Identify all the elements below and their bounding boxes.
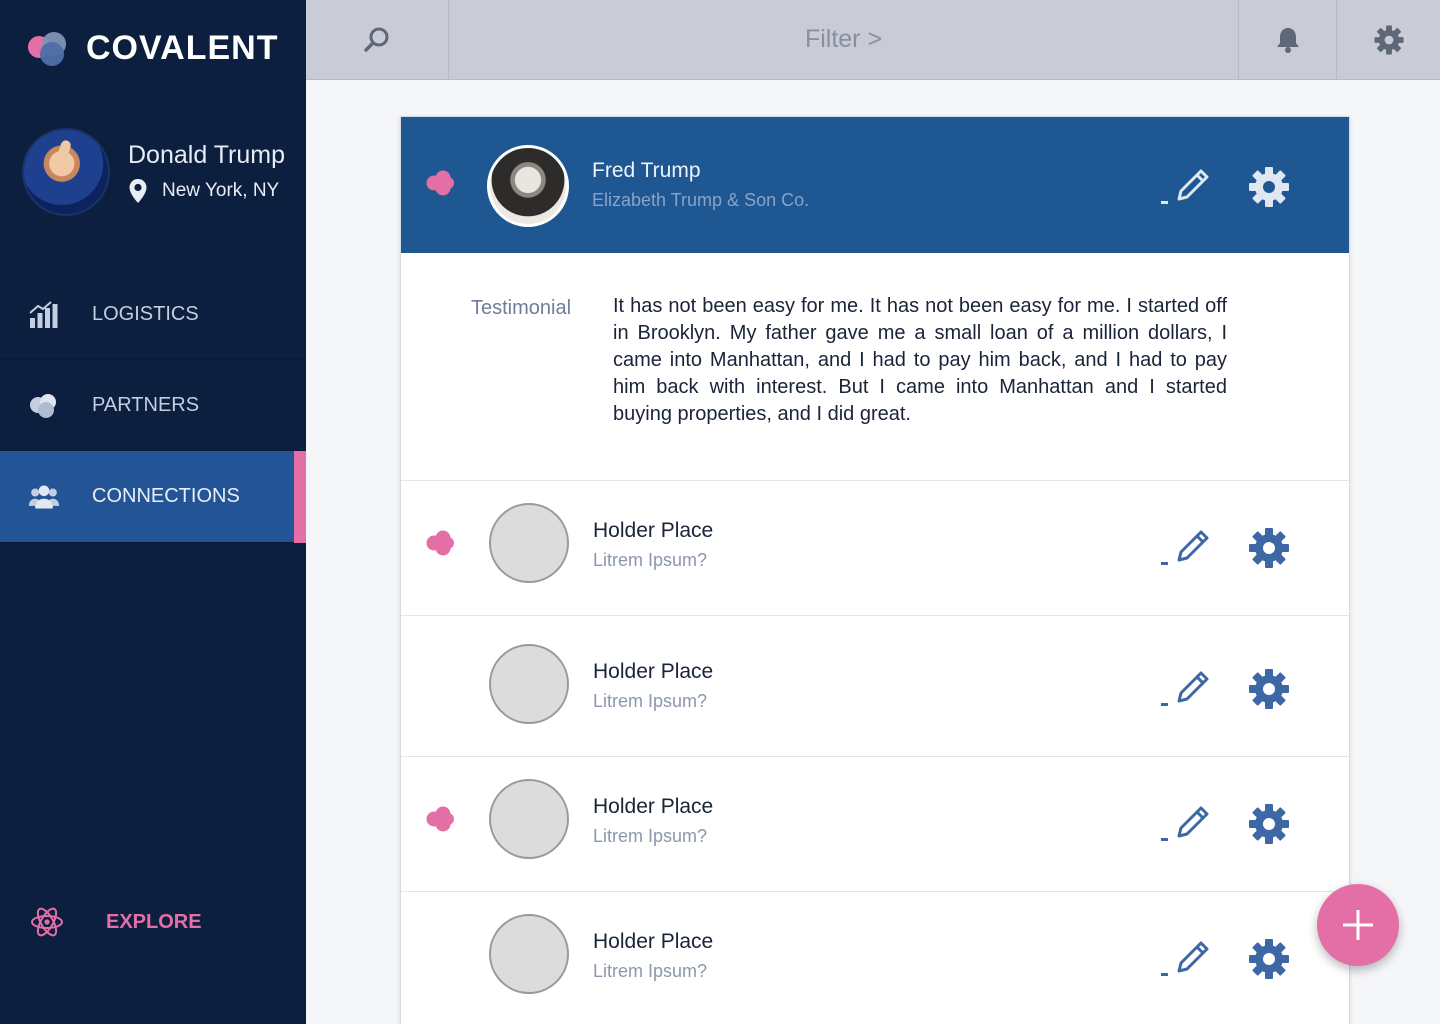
connections-card: Fred Trump Elizabeth Trump & Son Co. Tes… <box>400 116 1350 1024</box>
list-item[interactable]: Holder Place Litrem Ipsum? <box>401 892 1349 1024</box>
covalent-logo-icon <box>28 28 72 68</box>
notifications-button[interactable] <box>1238 0 1336 80</box>
profile-location: New York, NY <box>128 178 285 204</box>
connection-subtitle: Litrem Ipsum? <box>593 550 708 570</box>
connection-name: Holder Place <box>593 930 714 953</box>
nav-label-partners: PARTNERS <box>92 394 200 416</box>
bar-chart-icon <box>28 299 60 331</box>
connection-subtitle: Litrem Ipsum? <box>593 961 708 981</box>
list-item[interactable]: Holder Place Litrem Ipsum? <box>401 757 1349 892</box>
avatar <box>22 128 110 216</box>
testimonial-section: Testimonial It has not been easy for me.… <box>401 253 1349 481</box>
avatar-placeholder <box>489 644 569 724</box>
featured-company: Elizabeth Trump & Son Co. <box>592 190 810 210</box>
partners-icon <box>28 390 60 422</box>
featured-connection[interactable]: Fred Trump Elizabeth Trump & Son Co. <box>401 117 1349 253</box>
settings-button[interactable] <box>1336 0 1440 80</box>
connection-subtitle: Litrem Ipsum? <box>593 826 708 846</box>
gear-icon[interactable] <box>1247 667 1291 711</box>
nav-label-connections: CONNECTIONS <box>92 485 240 507</box>
gear-icon[interactable] <box>1247 937 1291 981</box>
plus-icon <box>1343 910 1373 940</box>
list-item[interactable]: Holder Place Litrem Ipsum? <box>401 481 1349 616</box>
search-icon <box>364 27 389 52</box>
brand[interactable]: COVALENT <box>28 28 278 68</box>
edit-pencil-icon[interactable] <box>1159 667 1215 711</box>
edit-pencil-icon[interactable] <box>1159 165 1215 209</box>
search-button[interactable] <box>306 0 449 80</box>
profile-name: Donald Trump <box>128 140 286 169</box>
connection-subtitle: Litrem Ipsum? <box>593 691 708 711</box>
top-bar: Filter > <box>306 0 1440 80</box>
sidebar: COVALENT Donald Trump New York, NY LOGIS… <box>0 0 306 1024</box>
gear-icon[interactable] <box>1247 802 1291 846</box>
edit-pencil-icon[interactable] <box>1159 526 1215 570</box>
nav-item-logistics[interactable]: LOGISTICS <box>0 270 306 360</box>
partner-heart-icon <box>426 170 454 196</box>
connection-name: Holder Place <box>593 519 714 542</box>
explore-label: EXPLORE <box>106 910 202 933</box>
users-icon <box>28 481 60 513</box>
gear-icon[interactable] <box>1247 526 1291 570</box>
brand-name: COVALENT <box>86 28 279 67</box>
nav-item-partners[interactable]: PARTNERS <box>0 361 306 451</box>
nav-item-connections[interactable]: CONNECTIONS <box>0 451 306 543</box>
edit-pencil-icon[interactable] <box>1159 937 1215 981</box>
edit-pencil-icon[interactable] <box>1159 802 1215 846</box>
avatar-placeholder <box>489 779 569 859</box>
location-pin-icon <box>129 178 147 203</box>
filter-label: Filter > <box>804 25 883 53</box>
bell-icon <box>1276 28 1299 53</box>
gear-icon[interactable] <box>1247 165 1291 209</box>
list-item[interactable]: Holder Place Litrem Ipsum? <box>401 616 1349 757</box>
profile-location-text: New York, NY <box>162 179 280 201</box>
nav-label-logistics: LOGISTICS <box>92 303 199 325</box>
explore-link[interactable]: EXPLORE <box>30 905 202 939</box>
main-content: Fred Trump Elizabeth Trump & Son Co. Tes… <box>306 80 1440 1024</box>
testimonial-label: Testimonial <box>471 297 572 319</box>
atom-icon <box>31 907 63 937</box>
featured-name: Fred Trump <box>592 159 701 182</box>
partner-heart-icon <box>426 530 454 556</box>
filter-button[interactable]: Filter > <box>449 0 1238 79</box>
avatar-placeholder <box>489 503 569 583</box>
featured-avatar <box>487 145 569 227</box>
user-profile[interactable]: Donald Trump New York, NY <box>22 128 285 216</box>
connection-name: Holder Place <box>593 795 714 818</box>
gear-icon <box>1373 25 1404 55</box>
testimonial-text: It has not been easy for me. It has not … <box>613 295 1227 425</box>
connection-name: Holder Place <box>593 660 714 683</box>
add-connection-button[interactable] <box>1317 884 1399 966</box>
avatar-placeholder <box>489 914 569 994</box>
partner-heart-icon <box>426 806 454 832</box>
active-indicator <box>294 451 306 543</box>
